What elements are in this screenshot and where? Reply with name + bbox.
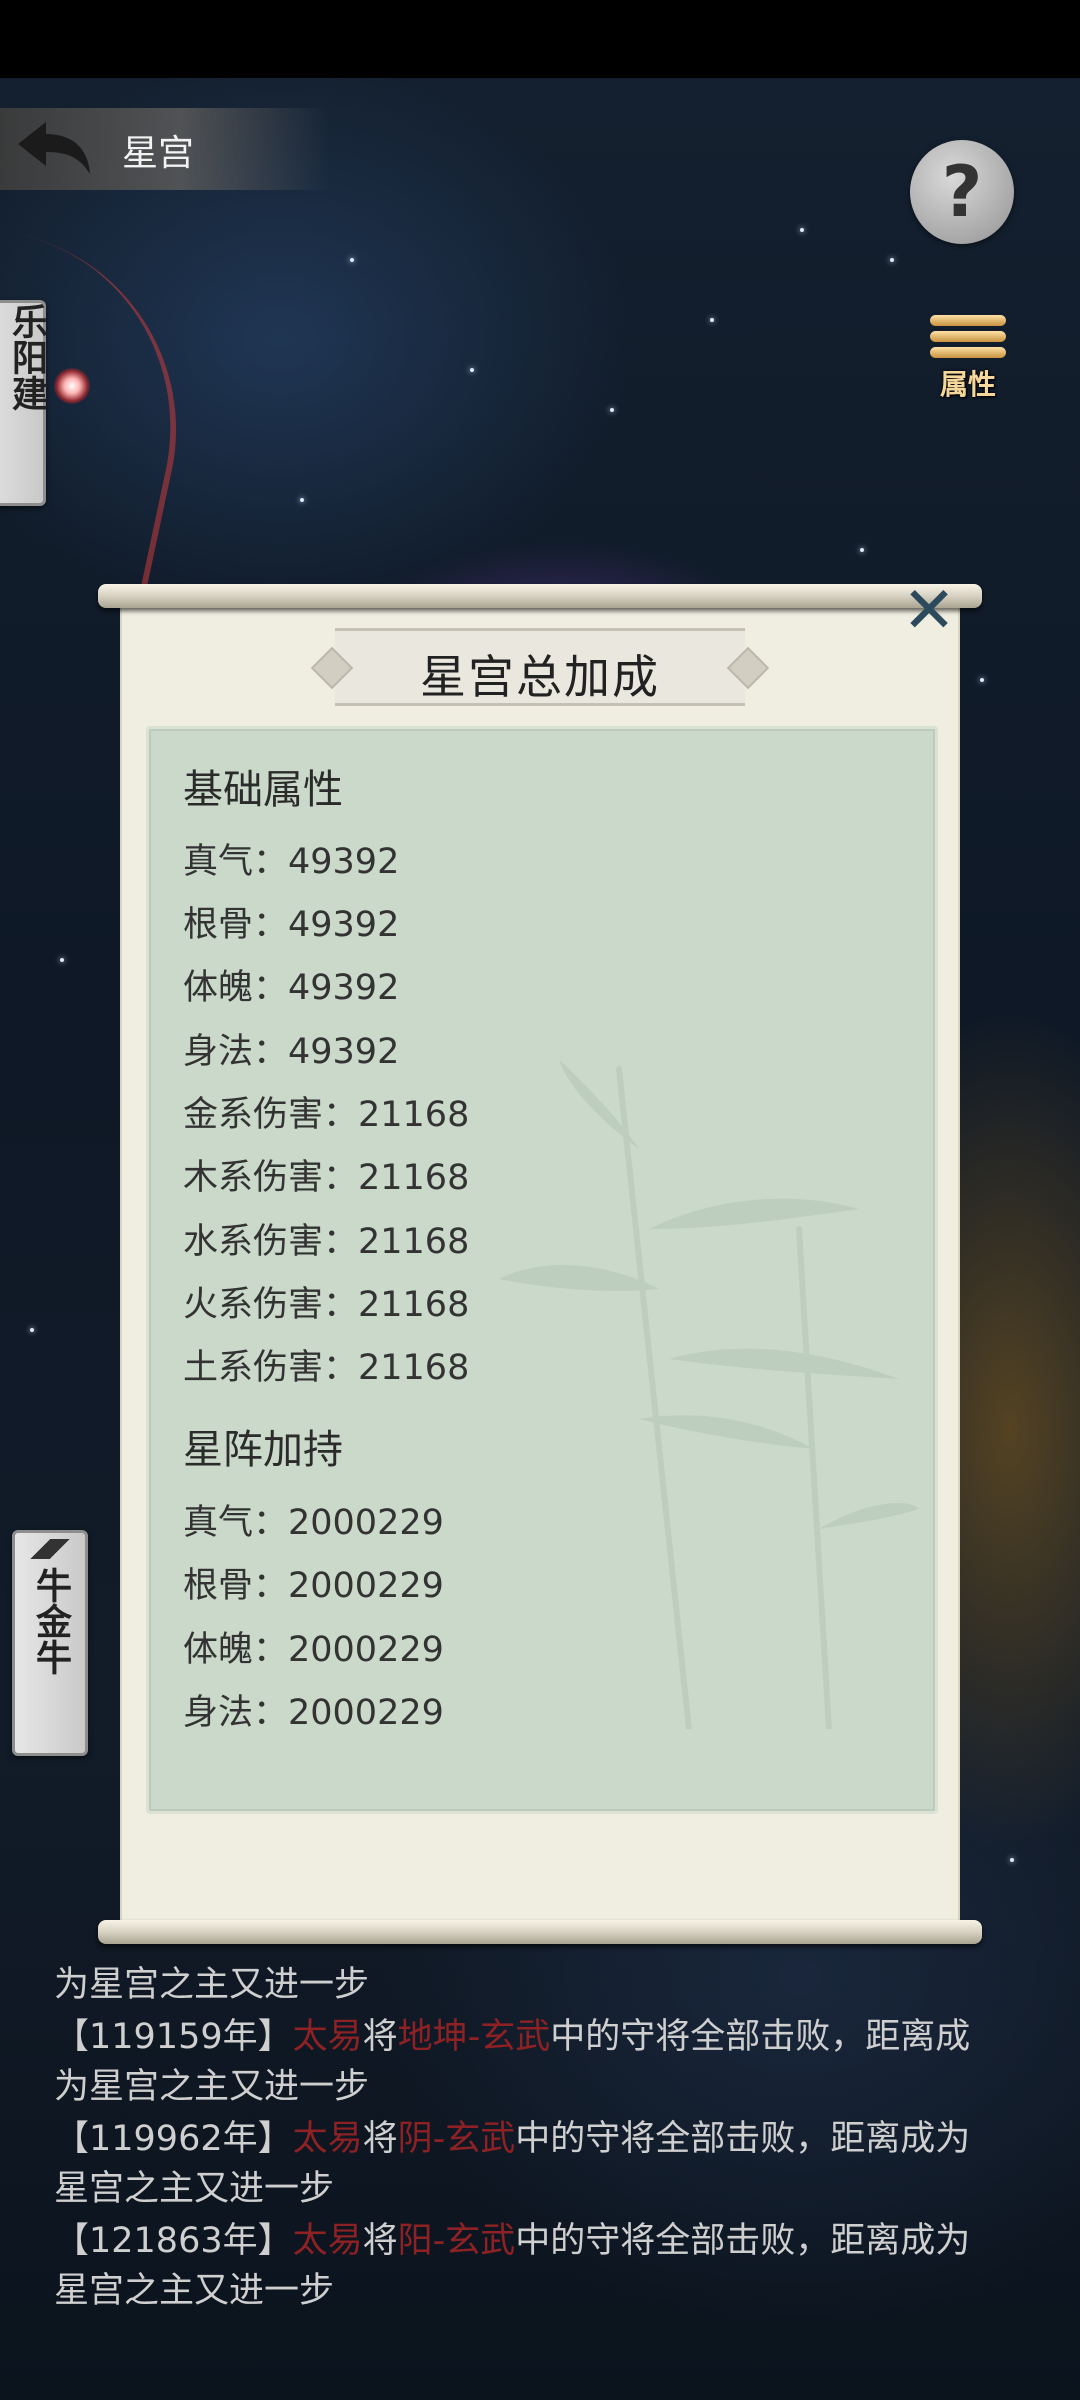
close-button[interactable]: ✕ xyxy=(900,574,958,648)
stat-row: 火系伤害：21168 xyxy=(183,1285,470,1325)
stat-row: 木系伤害：21168 xyxy=(183,1158,470,1198)
red-star-icon xyxy=(54,368,90,404)
stat-row: 身法：49392 xyxy=(183,1032,400,1072)
attributes-button[interactable]: 属性 xyxy=(922,310,1014,404)
stat-row: 身法：2000229 xyxy=(183,1693,444,1733)
stat-row: 体魄：49392 xyxy=(183,968,400,1008)
side-tab-bottom-label: 牛金牛 xyxy=(30,1567,71,1675)
back-arrow-icon xyxy=(18,122,90,174)
stat-row: 金系伤害：21168 xyxy=(183,1095,470,1135)
tab-ornament-icon xyxy=(27,1539,73,1559)
status-bar xyxy=(0,0,1080,78)
stat-row: 真气：49392 xyxy=(183,842,400,882)
list-icon xyxy=(922,315,1014,358)
section-title-base-attributes: 基础属性 xyxy=(183,767,343,813)
help-button[interactable]: ? xyxy=(910,140,1014,244)
bamboo-watermark-icon xyxy=(499,1059,919,1729)
log-entry: 【121863年】太易将阳-玄武中的守将全部击败，距离成为 星宫之主又进一步 xyxy=(54,2221,971,2311)
stat-row: 真气：2000229 xyxy=(183,1503,444,1543)
side-tab-top-label: 乐阳建 xyxy=(6,303,47,411)
event-log: 为星宫之主又进一步 【119159年】太易将地坤-玄武中的守将全部击败，距离成为… xyxy=(54,1960,1034,2318)
dialog-title-ribbon: 星宫总加成 xyxy=(335,628,745,706)
stat-row: 体魄：2000229 xyxy=(183,1630,444,1670)
attributes-label: 属性 xyxy=(939,368,996,401)
close-icon: ✕ xyxy=(902,574,956,648)
side-tab-constellation-bottom[interactable]: 牛金牛 xyxy=(12,1530,88,1756)
back-button[interactable] xyxy=(14,118,94,180)
question-mark-icon: ? xyxy=(941,151,983,233)
log-entry: 【119159年】太易将地坤-玄武中的守将全部击败，距离成 为星宫之主又进一步 xyxy=(54,2017,971,2107)
scroll-rod-top xyxy=(98,584,982,608)
section-title-star-array: 星阵加持 xyxy=(183,1427,343,1473)
log-entry: 为星宫之主又进一步 xyxy=(54,1965,370,2005)
stat-row: 土系伤害：21168 xyxy=(183,1348,470,1388)
log-entry: 【119962年】太易将阴-玄武中的守将全部击败，距离成为 星宫之主又进一步 xyxy=(54,2119,971,2209)
stats-card: 基础属性 真气：49392 根骨：49392 体魄：49392 身法：49392… xyxy=(146,726,938,1814)
side-tab-constellation-top[interactable]: 乐阳建 xyxy=(0,300,47,506)
stat-row: 根骨：2000229 xyxy=(183,1566,444,1606)
scroll-rod-bottom xyxy=(98,1920,982,1944)
stat-row: 水系伤害：21168 xyxy=(183,1222,470,1262)
stat-row: 根骨：49392 xyxy=(183,905,400,945)
dialog-title: 星宫总加成 xyxy=(420,650,660,704)
page-title: 星宫 xyxy=(122,133,195,174)
